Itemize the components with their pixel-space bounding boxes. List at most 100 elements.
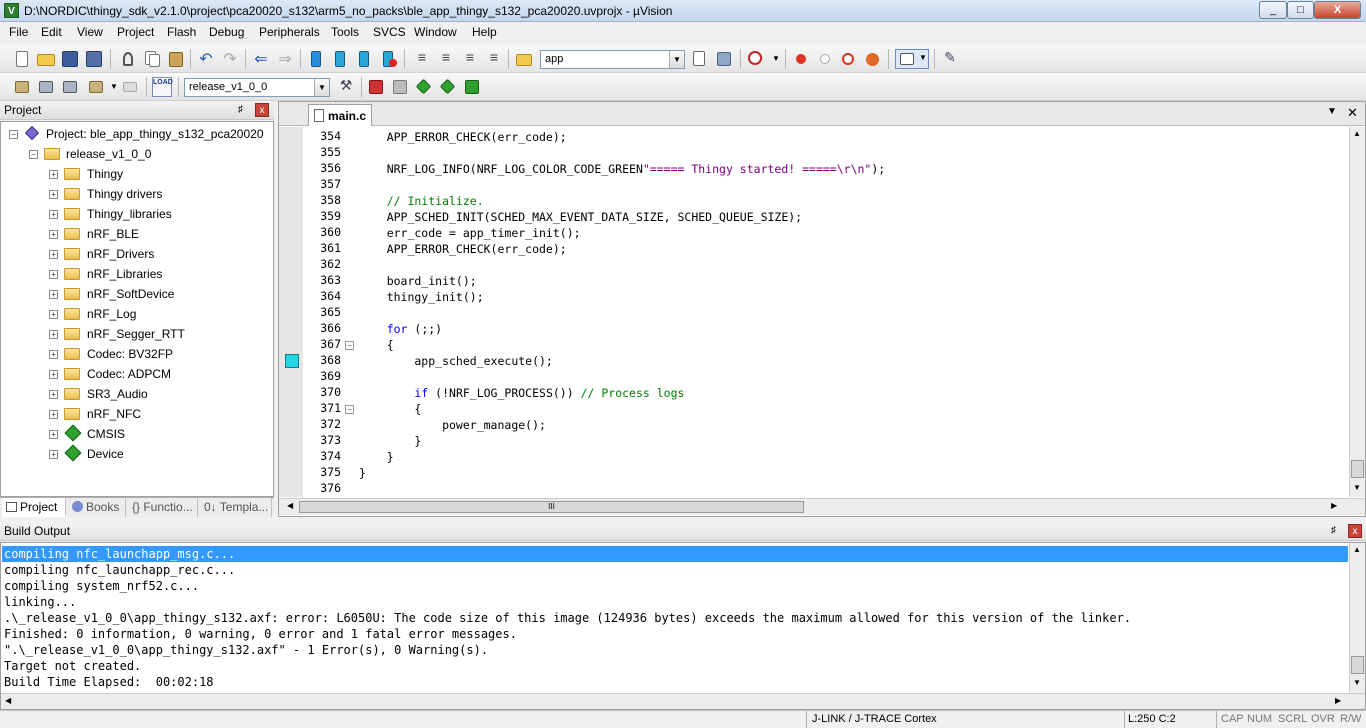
chevron-down-icon[interactable]: ▼ (314, 79, 329, 96)
debug-session-icon[interactable] (746, 49, 766, 69)
paste-icon[interactable] (166, 49, 186, 69)
menu-svcs[interactable]: SVCS (373, 25, 406, 39)
expand-icon[interactable]: + (49, 330, 58, 339)
close-window-button[interactable]: X (1314, 1, 1361, 19)
scroll-up-icon[interactable]: ▲ (1353, 545, 1361, 554)
cut-icon[interactable] (118, 49, 138, 69)
tab-project[interactable]: Project (2, 498, 66, 517)
find-combo[interactable]: app ▼ (540, 50, 685, 69)
insert-breakpoint-icon[interactable] (791, 49, 811, 69)
expand-icon[interactable]: + (49, 350, 58, 359)
pin-icon[interactable]: ♯ (1331, 525, 1336, 536)
rebuild-icon[interactable] (60, 77, 80, 97)
redo-icon[interactable]: ↷ (220, 49, 240, 69)
bookmark-next-icon[interactable] (354, 49, 374, 69)
disable-breakpoints-icon[interactable] (839, 49, 859, 69)
scroll-down-icon[interactable]: ▼ (1353, 483, 1361, 492)
menu-file[interactable]: File (9, 25, 28, 39)
pack-update-icon[interactable] (462, 77, 482, 97)
code-area[interactable]: APP_ERROR_CHECK(err_code); NRF_LOG_INFO(… (359, 127, 1349, 497)
expand-icon[interactable]: + (49, 450, 58, 459)
bookmark-clear-icon[interactable] (378, 49, 398, 69)
expand-icon[interactable]: + (49, 390, 58, 399)
scroll-thumb[interactable] (1351, 656, 1364, 674)
expand-icon[interactable]: + (49, 230, 58, 239)
scroll-left-icon[interactable]: ◀ (5, 696, 11, 705)
kill-breakpoints-icon[interactable] (863, 49, 883, 69)
pack-installer-icon[interactable] (438, 77, 458, 97)
open-file-icon[interactable] (36, 49, 56, 69)
expand-icon[interactable]: + (49, 370, 58, 379)
scroll-up-icon[interactable]: ▲ (1353, 129, 1361, 138)
maximize-button[interactable]: □ (1287, 1, 1314, 19)
incremental-find-icon[interactable] (714, 49, 734, 69)
menu-help[interactable]: Help (472, 25, 497, 39)
collapse-icon[interactable]: − (29, 150, 38, 159)
undo-icon[interactable]: ↶ (196, 49, 216, 69)
scroll-right-icon[interactable]: ▶ (1335, 696, 1341, 705)
save-icon[interactable] (60, 49, 80, 69)
menu-view[interactable]: View (77, 25, 103, 39)
build-icon[interactable] (36, 77, 56, 97)
navigate-back-icon[interactable]: ⇐ (251, 49, 271, 69)
build-output-vertical-scrollbar[interactable]: ▲ ▼ (1349, 543, 1365, 693)
collapse-icon[interactable]: − (9, 130, 18, 139)
editor-vertical-scrollbar[interactable]: ▲ ▼ (1349, 127, 1365, 497)
unindent-icon[interactable]: ≡ (436, 49, 456, 69)
scroll-right-icon[interactable]: ▶ (1331, 501, 1337, 510)
scroll-left-icon[interactable]: ◀ (287, 501, 293, 510)
close-icon[interactable]: x (1348, 524, 1362, 538)
expand-icon[interactable]: + (49, 270, 58, 279)
pin-icon[interactable]: ♯ (238, 104, 243, 115)
bookmark-margin[interactable] (279, 127, 303, 497)
configure-icon[interactable]: ✎ (940, 49, 960, 69)
comment-icon[interactable]: ≡ (460, 49, 480, 69)
menu-edit[interactable]: Edit (41, 25, 62, 39)
scroll-down-icon[interactable]: ▼ (1353, 678, 1361, 687)
bookmark-toggle-icon[interactable] (306, 49, 326, 69)
target-options-icon[interactable]: ⚒ (336, 77, 356, 97)
manage-project-items-icon[interactable] (366, 77, 386, 97)
menu-window[interactable]: Window (414, 25, 457, 39)
menu-project[interactable]: Project (117, 25, 154, 39)
bookmark-prev-icon[interactable] (330, 49, 350, 69)
scroll-thumb[interactable]: III (299, 501, 804, 513)
expand-icon[interactable]: + (49, 250, 58, 259)
translate-icon[interactable] (12, 77, 32, 97)
enable-breakpoint-icon[interactable] (815, 49, 835, 69)
menu-debug[interactable]: Debug (209, 25, 244, 39)
save-all-icon[interactable] (84, 49, 104, 69)
navigate-forward-icon[interactable]: ⇒ (275, 49, 295, 69)
tab-books[interactable]: Books (68, 498, 126, 517)
close-icon[interactable]: x (255, 103, 269, 117)
tab-functions[interactable]: {} Functio... (128, 498, 198, 517)
chevron-down-icon[interactable]: ▼ (766, 49, 786, 69)
menu-flash[interactable]: Flash (167, 25, 196, 39)
tab-templates[interactable]: 0↓ Templa... (200, 498, 272, 517)
tab-list-icon[interactable]: ▼ (1327, 106, 1337, 117)
close-tab-icon[interactable]: ✕ (1347, 105, 1358, 121)
editor-horizontal-scrollbar[interactable]: ◀ III ▶ (279, 498, 1365, 515)
fold-collapse-icon[interactable]: − (345, 405, 354, 414)
window-layout-icon[interactable]: ▼ (895, 49, 929, 69)
expand-icon[interactable]: + (49, 310, 58, 319)
expand-icon[interactable]: + (49, 430, 58, 439)
manage-rte-icon[interactable] (414, 77, 434, 97)
menu-tools[interactable]: Tools (331, 25, 359, 39)
build-output-horizontal-scrollbar[interactable]: ◀ ▶ (1, 693, 1365, 709)
tab-main-c[interactable]: main.c (308, 104, 372, 126)
target-select[interactable]: release_v1_0_0 ▼ (184, 78, 330, 97)
expand-icon[interactable]: + (49, 170, 58, 179)
expand-icon[interactable]: + (49, 190, 58, 199)
uncomment-icon[interactable]: ≡ (484, 49, 504, 69)
fold-collapse-icon[interactable]: − (345, 341, 354, 350)
batch-build-icon[interactable] (86, 77, 106, 97)
minimize-button[interactable]: _ (1259, 1, 1287, 19)
chevron-down-icon[interactable]: ▼ (669, 51, 684, 68)
find-in-files-icon[interactable] (514, 49, 534, 69)
new-file-icon[interactable] (12, 49, 32, 69)
find-icon[interactable] (690, 49, 710, 69)
indent-icon[interactable]: ≡ (412, 49, 432, 69)
select-packs-icon[interactable] (390, 77, 410, 97)
expand-icon[interactable]: + (49, 210, 58, 219)
